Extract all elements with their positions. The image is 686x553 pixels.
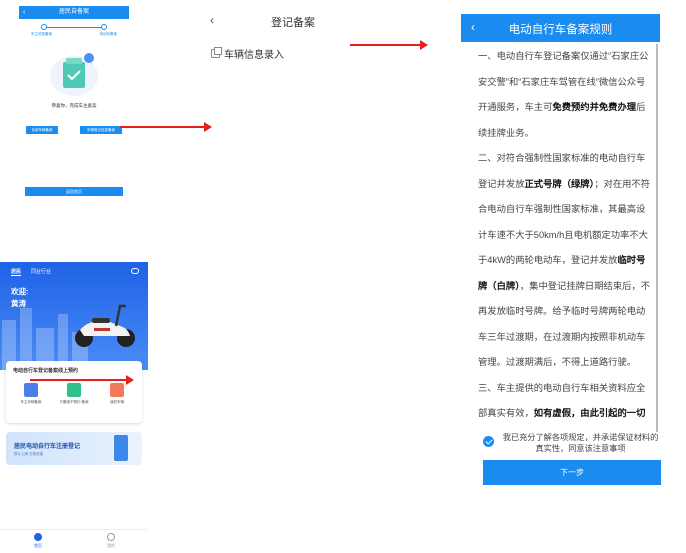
step-1-dot bbox=[41, 24, 47, 30]
banner-title: 居民电动自行车注册登记 bbox=[14, 444, 81, 450]
tab-home-label: 首页 bbox=[34, 543, 42, 548]
tab-resident[interactable]: 居民 bbox=[11, 268, 22, 276]
greeting-label: 欢迎: bbox=[11, 287, 29, 296]
home-icon bbox=[34, 533, 42, 541]
rule-3-emphasis: 如有虚假，由此引起的一切 bbox=[533, 408, 646, 418]
top-tabs: 居民 同业行业 bbox=[11, 268, 51, 276]
menu-item-label: 只备案不预约 备案 bbox=[59, 400, 89, 404]
flow-arrow-2 bbox=[120, 122, 212, 132]
rule-1: 一、电动自行车登记备案仅通过“石家庄公安交警”和“石家庄车驾管在线”微信公众号开… bbox=[478, 44, 654, 146]
vehicle-info-entry-item[interactable]: 车辆信息录入 bbox=[211, 46, 284, 61]
rules-text: 一、电动自行车登记备案仅通过“石家庄公安交警”和“石家庄车驾管在线”微信公众号开… bbox=[478, 44, 658, 432]
rule-2: 二、对符合强制性国家标准的电动自行车登记并发放正式号牌（绿牌）；对在用不符合电动… bbox=[478, 146, 654, 376]
user-icon bbox=[107, 533, 115, 541]
vehicle-info-entry-label: 车辆信息录入 bbox=[224, 50, 284, 61]
agreement-row[interactable]: 我已充分了解各项规定，并承诺保证材料的真实性，同意该注意事项 bbox=[483, 432, 661, 454]
scooter-illustration bbox=[75, 304, 135, 347]
document-icon bbox=[67, 383, 81, 397]
return-home-button[interactable]: 返回首页 bbox=[25, 187, 123, 196]
reservation-card: 电动自行车登记备案线上预约 车主车辆备案 只备案不预约 备案 我的车辆 bbox=[6, 361, 142, 423]
card-title: 电动自行车登记备案线上预约 bbox=[13, 368, 79, 374]
header-bar: ‹ 居民自备案 bbox=[19, 6, 129, 19]
menu-item-label: 我的车辆 bbox=[110, 400, 124, 404]
menu-item-owner-vehicle[interactable]: 车主车辆备案 bbox=[12, 383, 50, 405]
registration-menu-screen: ‹ 登记备案 车辆信息录入 bbox=[198, 6, 388, 76]
agreement-text: 我已充分了解各项规定，并承诺保证材料的真实性，同意该注意事项 bbox=[502, 433, 659, 453]
vehicle-register-button[interactable]: 车辆登记信息备案 bbox=[80, 126, 122, 134]
registration-success-screen: ‹ 居民自备案 车主信息备案 电动车备案 恭喜你，完成车主备案 自用车辆备案 车… bbox=[19, 6, 129, 206]
page-title: 居民自备案 bbox=[58, 9, 89, 15]
hero-banner: 居民 同业行业 欢迎: 黄涛 bbox=[0, 262, 148, 370]
banner-subtitle: 群众上牌 方便快捷 bbox=[14, 452, 43, 456]
checkbox-checked-icon[interactable] bbox=[483, 436, 494, 447]
user-name: 黄涛 bbox=[11, 299, 26, 308]
tab-mine[interactable]: 我的 bbox=[101, 533, 121, 549]
greeting: 欢迎: 黄涛 bbox=[11, 286, 29, 310]
rules-screen: ‹ 电动自行车备案规则 一、电动自行车登记备案仅通过“石家庄公安交警”和“石家庄… bbox=[461, 14, 661, 492]
menu-item-record-only[interactable]: 只备案不预约 备案 bbox=[55, 383, 93, 405]
step-1-label: 车主信息备案 bbox=[31, 32, 52, 36]
flow-arrow-3 bbox=[30, 375, 134, 385]
header-bar: ‹ 电动自行车备案规则 bbox=[461, 14, 660, 42]
menu-item-label: 车主车辆备案 bbox=[20, 400, 42, 404]
home-screen: 居民 同业行业 欢迎: 黄涛 电动自行车登记备案线上预约 车主车辆备案 只备案不… bbox=[0, 262, 148, 553]
copy-icon bbox=[211, 47, 222, 58]
bottom-tab-bar: 首页 我的 bbox=[0, 529, 148, 553]
next-button[interactable]: 下一步 bbox=[483, 460, 661, 485]
progress-steps: 车主信息备案 电动车备案 bbox=[19, 22, 129, 38]
scooter-icon bbox=[110, 383, 124, 397]
step-2-label: 电动车备案 bbox=[99, 32, 118, 36]
chat-icon[interactable] bbox=[131, 268, 139, 274]
phone-icon bbox=[114, 435, 128, 461]
step-2-dot bbox=[101, 24, 107, 30]
rule-3: 三、车主提供的电动自行车相关资料应全部真实有效，如有虚假，由此引起的一切 bbox=[478, 376, 654, 427]
flow-arrow-1 bbox=[350, 40, 428, 50]
rule-2-emphasis-green: 正式号牌（绿牌） bbox=[524, 178, 595, 189]
rule-1-emphasis: 免费预约并免费办理 bbox=[552, 102, 637, 112]
registration-banner[interactable]: 居民电动自行车注册登记 群众上牌 方便快捷 bbox=[6, 432, 142, 465]
page-title: 电动自行车备案规则 bbox=[508, 24, 613, 36]
menu-item-my-vehicles[interactable]: 我的车辆 bbox=[98, 383, 136, 405]
success-message: 恭喜你，完成车主备案 bbox=[51, 103, 97, 108]
success-illustration bbox=[50, 53, 98, 96]
rule-2-text-end: ，集中登记挂牌日期结束后，不再发放临时号牌。给予临时号牌两轮电动车三年过渡期，在… bbox=[478, 280, 651, 368]
back-icon[interactable]: ‹ bbox=[23, 6, 25, 19]
step-line bbox=[43, 27, 105, 28]
page-title: 登记备案 bbox=[271, 17, 315, 29]
tab-industry[interactable]: 同业行业 bbox=[31, 268, 51, 276]
tab-home[interactable]: 首页 bbox=[28, 533, 48, 549]
tab-mine-label: 我的 bbox=[107, 543, 115, 548]
self-vehicle-button[interactable]: 自用车辆备案 bbox=[26, 126, 58, 134]
vehicle-icon bbox=[24, 383, 38, 397]
rule-2-text-mid: ；对在用不符合电动自行车强制性国家标准，其最高设计车速不大于50km/h且电机额… bbox=[478, 178, 651, 266]
